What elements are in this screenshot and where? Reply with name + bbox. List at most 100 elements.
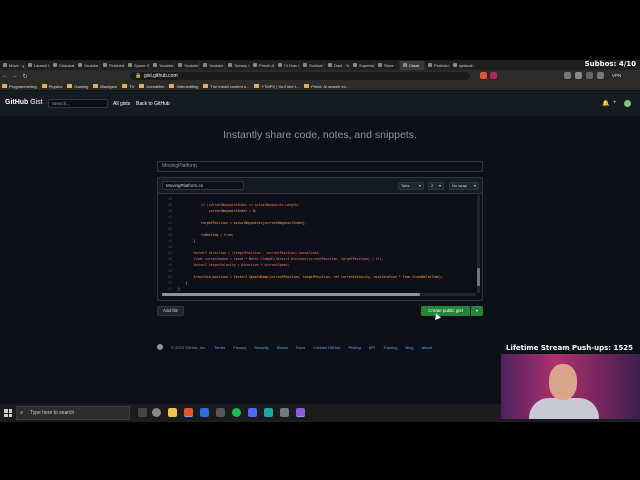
- spotify-icon[interactable]: [232, 408, 241, 417]
- vertical-scrollbar-thumb[interactable]: [477, 268, 480, 286]
- footer-link[interactable]: About: [422, 345, 432, 350]
- footer-link[interactable]: Blog: [405, 345, 413, 350]
- footer-link[interactable]: Terms: [214, 345, 225, 350]
- bookmark-item[interactable]: Programmering: [2, 84, 37, 89]
- line-number: 53: [168, 287, 172, 291]
- app-icon[interactable]: [152, 408, 161, 417]
- reload-icon[interactable]: ↻: [20, 73, 30, 80]
- all-gists-link[interactable]: All gists: [113, 101, 130, 107]
- bookmark-item[interactable]: TV: [122, 84, 134, 89]
- search-input[interactable]: Search...: [48, 99, 108, 108]
- tab-label: Store: [384, 62, 394, 68]
- unity-icon[interactable]: [280, 408, 289, 417]
- taskbar-search-input[interactable]: ⌕ Type here to search: [16, 406, 130, 420]
- browser-tab[interactable]: Launch H: [25, 60, 50, 70]
- bookmark-item[interactable]: Phind: AI search en...: [304, 84, 349, 89]
- indent-size-select[interactable]: 2 ▾: [428, 182, 444, 190]
- folder-icon: [2, 84, 7, 88]
- create-options-dropdown[interactable]: ▾: [471, 306, 483, 316]
- pushup-counter-overlay: Lifetime Stream Push-ups: 1525: [506, 344, 633, 352]
- create-public-gist-button[interactable]: Create public gist: [421, 306, 470, 316]
- add-file-button[interactable]: Add file: [157, 306, 184, 316]
- tab-favicon-icon: [3, 63, 7, 67]
- browser-tab[interactable]: Portfolio: [425, 60, 450, 70]
- browser-tab[interactable]: Surface C: [300, 60, 325, 70]
- subscriber-goal-overlay: Subbos: 4/10: [584, 60, 636, 68]
- discord-icon[interactable]: [248, 408, 257, 417]
- plus-icon[interactable]: +: [613, 100, 617, 106]
- tab-label: Prinoh A: [259, 62, 275, 68]
- back-icon[interactable]: ←: [0, 73, 10, 79]
- browser-tab[interactable]: Superbut: [350, 60, 375, 70]
- bookmark-item[interactable]: Unrealfilm: [139, 84, 164, 89]
- gist-description-input[interactable]: MovingPlatform: [157, 161, 483, 172]
- task-view-icon[interactable]: [138, 408, 147, 417]
- wrap-mode-value: No wrap: [452, 183, 467, 188]
- footer-link[interactable]: Status: [277, 345, 288, 350]
- tab-favicon-icon: [53, 63, 57, 67]
- address-bar[interactable]: 🔒 gist.github.com: [130, 72, 470, 80]
- browser-tab[interactable]: Youtube: [200, 60, 225, 70]
- wrap-mode-select[interactable]: No wrap ▾: [449, 182, 479, 190]
- extension-icon[interactable]: [575, 72, 582, 79]
- app-icon[interactable]: [200, 408, 209, 417]
- tab-label: Move - y: [9, 62, 25, 68]
- app-icon[interactable]: [216, 408, 225, 417]
- browser-tab[interactable]: Prinoh A: [250, 60, 275, 70]
- visual-studio-icon[interactable]: [296, 408, 305, 417]
- horizontal-scrollbar-thumb[interactable]: [162, 293, 420, 296]
- browser-tab[interactable]: Characte: [50, 60, 75, 70]
- windows-start-icon[interactable]: [4, 409, 12, 417]
- filename-input[interactable]: MovingPlatform.cs: [162, 181, 244, 190]
- bookmark-item[interactable]: Physics: [41, 84, 62, 89]
- search-icon: ⌕: [20, 410, 24, 416]
- browser-tab[interactable]: Move - y: [0, 60, 25, 70]
- browser-tab[interactable]: Tomary C: [225, 60, 250, 70]
- github-gist-logo[interactable]: GitHub Gist: [5, 99, 43, 106]
- bookmarks-bar: Programmering Physics Gaming Blackjack TV Unr…: [0, 82, 640, 91]
- browser-tab[interactable]: Store: [375, 60, 400, 70]
- brave-shield-icon[interactable]: [480, 72, 487, 79]
- extension-icon[interactable]: [564, 72, 571, 79]
- forward-icon[interactable]: →: [10, 73, 20, 79]
- browser-tab[interactable]: Youtube: [175, 60, 200, 70]
- tab-favicon-icon: [328, 63, 332, 67]
- extension-icon[interactable]: [586, 72, 593, 79]
- brave-browser-icon[interactable]: [184, 408, 193, 417]
- file-explorer-icon[interactable]: [168, 408, 177, 417]
- footer-link[interactable]: Docs: [296, 345, 305, 350]
- tab-label: Space G: [134, 62, 150, 68]
- footer-link[interactable]: Privacy: [233, 345, 246, 350]
- back-to-github-link[interactable]: Back to GitHub: [136, 101, 170, 107]
- footer-link[interactable]: Pricing: [348, 345, 360, 350]
- browser-tab[interactable]: Creat: [400, 60, 425, 70]
- footer-link[interactable]: API: [369, 345, 375, 350]
- bookmark-item[interactable]: Blackjack: [93, 84, 117, 89]
- code-area[interactable]: 38 39 if (currentWaypointIndex >= actualW…: [158, 195, 482, 297]
- extension-icon[interactable]: [597, 72, 604, 79]
- bookmark-item[interactable]: The install content s...: [203, 84, 249, 89]
- tab-favicon-icon: [78, 63, 82, 67]
- browser-tab[interactable]: Finished: [100, 60, 125, 70]
- browser-tab[interactable]: Space G: [125, 60, 150, 70]
- github-mark-icon[interactable]: [157, 344, 163, 350]
- footer-link[interactable]: Training: [383, 345, 397, 350]
- bell-icon[interactable]: 🔔: [602, 100, 609, 107]
- bookmark-item[interactable]: Gaming: [67, 84, 88, 89]
- user-avatar[interactable]: [624, 100, 631, 107]
- bookmark-label: The install content s...: [210, 83, 250, 89]
- app-icon[interactable]: [264, 408, 273, 417]
- browser-tab[interactable]: spatiotii: [450, 60, 475, 70]
- brave-rewards-icon[interactable]: [490, 72, 497, 79]
- browser-tab[interactable]: Youtube: [150, 60, 175, 70]
- footer-link[interactable]: Security: [254, 345, 268, 350]
- footer-link[interactable]: Contact GitHub: [313, 345, 340, 350]
- browser-tab[interactable]: I'll How t: [275, 60, 300, 70]
- folder-icon: [67, 84, 73, 88]
- browser-tab[interactable]: Youtube: [75, 60, 100, 70]
- vpn-badge[interactable]: VPN: [612, 73, 621, 78]
- browser-tab[interactable]: Dani - Yo: [325, 60, 350, 70]
- bookmark-item[interactable]: Videoediting: [169, 84, 198, 89]
- indent-mode-select[interactable]: Tabs ▾: [398, 182, 424, 190]
- bookmark-item[interactable]: YTMP3 | YouTube t...: [254, 84, 299, 89]
